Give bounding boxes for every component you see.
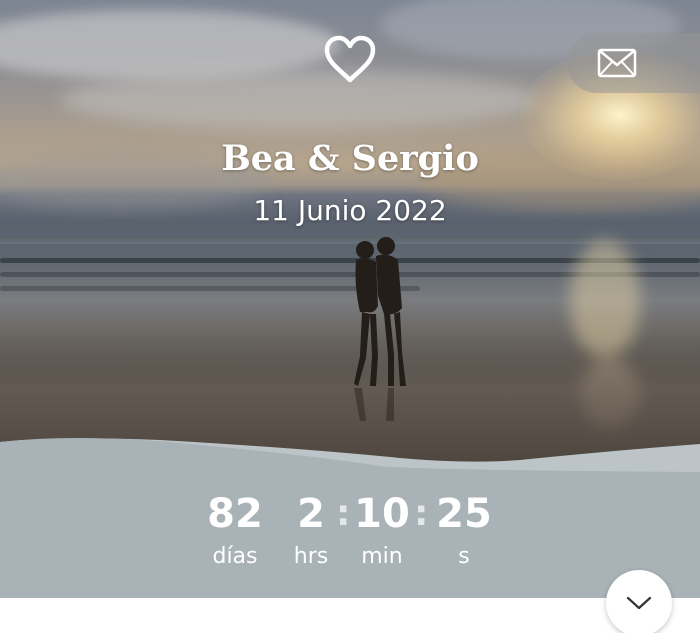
couple-names: Bea & Sergio xyxy=(221,138,479,179)
envelope-button[interactable] xyxy=(567,33,700,93)
scroll-down-button[interactable] xyxy=(606,570,672,633)
days-label: días xyxy=(212,544,258,569)
countdown-days: 82 días xyxy=(200,488,270,572)
wedding-date: 11 Junio 2022 xyxy=(253,194,447,227)
countdown-minutes: 10 min xyxy=(352,488,412,572)
chevron-down-icon xyxy=(626,596,652,610)
couple-silhouette xyxy=(354,237,406,421)
hours-label: hrs xyxy=(293,544,329,569)
days-value: 82 xyxy=(207,491,263,537)
heart-icon xyxy=(324,35,376,83)
seconds-label: s xyxy=(458,544,470,569)
separator: : xyxy=(414,493,429,534)
content-area xyxy=(0,598,700,633)
minutes-label: min xyxy=(361,544,403,569)
separator: : xyxy=(336,493,351,534)
countdown-hours: 2 hrs xyxy=(285,488,337,572)
heart-button[interactable] xyxy=(318,30,382,88)
minutes-value: 10 xyxy=(354,491,410,537)
hours-value: 2 xyxy=(297,491,325,537)
seconds-value: 25 xyxy=(436,491,492,537)
envelope-icon xyxy=(597,48,637,78)
countdown-seconds: 25 s xyxy=(430,488,498,572)
